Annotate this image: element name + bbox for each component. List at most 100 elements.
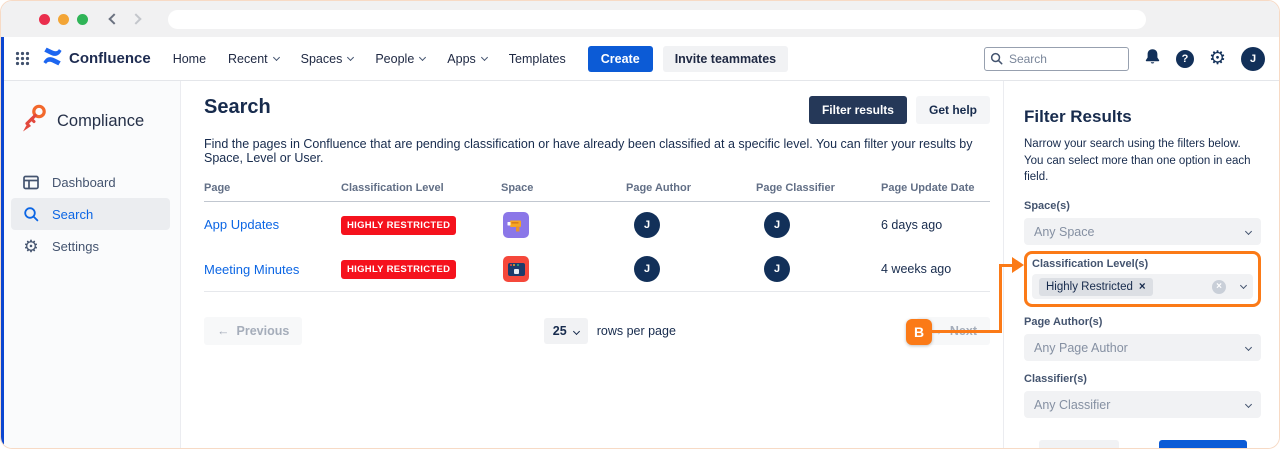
browser-chrome (1, 1, 1279, 37)
product-name: Confluence (69, 50, 151, 67)
chevron-down-icon (573, 327, 580, 334)
page-size-select[interactable]: 25 (544, 318, 588, 344)
nav-item-recent[interactable]: Recent (228, 52, 279, 66)
key-icon (19, 103, 49, 140)
sidebar-item-label: Settings (52, 239, 99, 254)
column-header-page-update-date: Page Update Date (881, 182, 990, 194)
column-header-page: Page (204, 182, 341, 194)
drill-space-icon (503, 212, 529, 238)
results-table: Page Classification Level Space Page Aut… (204, 182, 990, 292)
clear-field-icon[interactable]: × (1212, 280, 1226, 294)
browser-url-bar[interactable] (168, 10, 1146, 29)
global-search-input[interactable] (984, 47, 1129, 71)
filter-results-button[interactable]: Filter results (809, 96, 907, 124)
gear-icon: ⚙ (23, 238, 39, 255)
nav-item-home[interactable]: Home (173, 52, 206, 66)
chevron-down-icon (1245, 344, 1252, 351)
chevron-down-icon (1245, 401, 1252, 408)
column-header-space: Space (501, 182, 626, 194)
nav-item-apps[interactable]: Apps (447, 52, 487, 66)
search-results-panel: Search Filter results Get help Find the … (181, 81, 1003, 448)
chevron-down-icon (273, 53, 280, 60)
sidebar-item-settings[interactable]: ⚙ Settings (11, 230, 170, 262)
compliance-sidebar: Compliance Dashboard Search ⚙ Settings (1, 81, 181, 448)
arrow-left-icon: ← (217, 324, 230, 338)
close-window-icon[interactable] (39, 14, 50, 25)
get-help-button[interactable]: Get help (916, 96, 990, 124)
page-author-avatar: J (634, 256, 660, 282)
browser-forward-icon[interactable] (130, 13, 141, 24)
app-window: Confluence Home Recent Spaces People App… (0, 0, 1280, 449)
column-header-page-classifier: Page Classifier (756, 182, 881, 194)
rows-per-page-label: rows per page (597, 324, 676, 338)
app-switcher-icon[interactable] (15, 51, 30, 66)
confluence-logo-icon (42, 47, 63, 71)
nav-item-spaces[interactable]: Spaces (301, 52, 354, 66)
page-classifier-avatar: J (764, 212, 790, 238)
chevron-down-icon (481, 53, 488, 60)
create-button[interactable]: Create (588, 46, 653, 72)
confluence-logo[interactable]: Confluence (42, 47, 151, 71)
sidebar-item-dashboard[interactable]: Dashboard (11, 166, 170, 198)
dashboard-icon (23, 175, 39, 190)
classification-filter-select[interactable]: Highly Restricted × × (1032, 274, 1253, 299)
page-title: Search (204, 96, 271, 119)
compliance-app-logo: Compliance (1, 103, 180, 140)
chevron-down-icon (419, 53, 426, 60)
filter-panel-title: Filter Results (1024, 107, 1261, 127)
window-space-icon (503, 256, 529, 282)
classification-badge: HIGHLY RESTRICTED (341, 260, 456, 279)
browser-back-icon[interactable] (108, 13, 119, 24)
filter-search-button[interactable]: Search (1159, 440, 1247, 449)
page-accent-stripe (1, 37, 4, 448)
minimize-window-icon[interactable] (58, 14, 69, 25)
table-header-row: Page Classification Level Space Page Aut… (204, 182, 990, 202)
chip-remove-icon[interactable]: × (1139, 281, 1146, 293)
page-description: Find the pages in Confluence that are pe… (204, 137, 990, 165)
search-icon (23, 206, 39, 222)
nav-item-people[interactable]: People (375, 52, 425, 66)
nav-item-templates[interactable]: Templates (509, 52, 566, 66)
notifications-bell-icon[interactable] (1144, 48, 1161, 70)
app-name: Compliance (57, 112, 144, 131)
spaces-filter-label: Space(s) (1024, 200, 1261, 212)
spaces-filter-select[interactable]: Any Space (1024, 218, 1261, 245)
column-header-classification-level: Classification Level (341, 182, 501, 194)
window-controls (39, 14, 88, 25)
sidebar-item-label: Search (52, 207, 93, 222)
page-link[interactable]: App Updates (204, 217, 341, 232)
page-update-date: 4 weeks ago (881, 262, 990, 276)
sidebar-item-search[interactable]: Search (11, 198, 170, 230)
table-row: App Updates HIGHLY RESTRICTED J J 6 days… (204, 202, 990, 247)
classifier-filter-label: Classifier(s) (1024, 373, 1261, 385)
filter-results-panel: Filter Results Narrow your search using … (1003, 81, 1280, 448)
invite-teammates-button[interactable]: Invite teammates (663, 46, 788, 72)
chevron-down-icon (347, 53, 354, 60)
clear-all-button[interactable]: Clear All (1039, 440, 1119, 449)
classification-filter-label: Classification Level(s) (1032, 258, 1253, 270)
chevron-down-icon (1240, 281, 1247, 288)
maximize-window-icon[interactable] (77, 14, 88, 25)
annotation-connector-line (999, 264, 1002, 333)
profile-avatar[interactable]: J (1241, 47, 1265, 71)
help-icon[interactable]: ? (1176, 50, 1194, 68)
page-update-date: 6 days ago (881, 218, 990, 232)
highly-restricted-chip: Highly Restricted × (1039, 278, 1153, 296)
pagination: ← Previous 25 rows per page → Next (204, 317, 990, 345)
settings-gear-icon[interactable]: ⚙ (1209, 49, 1226, 68)
page-link[interactable]: Meeting Minutes (204, 262, 341, 277)
sidebar-item-label: Dashboard (52, 175, 116, 190)
filter-panel-subtitle: Narrow your search using the filters bel… (1024, 136, 1261, 186)
page-classifier-avatar: J (764, 256, 790, 282)
annotation-arrow-icon (1012, 257, 1024, 273)
chevron-down-icon (1245, 228, 1252, 235)
annotation-connector-line (930, 330, 1002, 333)
confluence-navbar: Confluence Home Recent Spaces People App… (1, 37, 1279, 81)
previous-page-button[interactable]: ← Previous (204, 317, 302, 345)
global-search (984, 47, 1129, 71)
column-header-page-author: Page Author (626, 182, 756, 194)
page-author-avatar: J (634, 212, 660, 238)
page-author-filter-label: Page Author(s) (1024, 316, 1261, 328)
page-author-filter-select[interactable]: Any Page Author (1024, 334, 1261, 361)
classifier-filter-select[interactable]: Any Classifier (1024, 391, 1261, 418)
